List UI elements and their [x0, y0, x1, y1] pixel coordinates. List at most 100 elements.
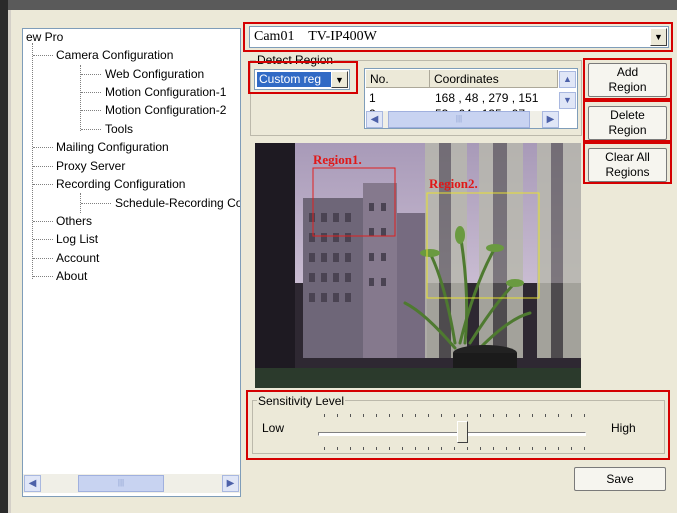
sensitivity-slider-thumb[interactable]: [457, 421, 468, 443]
slider-tick: [428, 447, 429, 450]
table-cell-no[interactable]: 1: [369, 91, 376, 105]
region-type-value: Custom reg: [256, 71, 334, 88]
scrollbar-thumb[interactable]: |||: [388, 111, 530, 128]
slider-tick: [363, 414, 364, 417]
slider-tick: [337, 447, 338, 450]
clear-all-label-2: Regions: [605, 165, 650, 179]
arrow-right-icon[interactable]: ▶: [542, 111, 559, 128]
region2-label: Region2.: [429, 176, 478, 191]
clear-all-label-1: Clear All: [605, 150, 650, 164]
slider-tick: [441, 414, 442, 417]
tree-connector: [33, 147, 53, 148]
chevron-down-icon[interactable]: ▼: [331, 71, 348, 88]
slider-tick: [493, 447, 494, 450]
table-cell-coordinates[interactable]: 168 , 48 , 279 , 151: [435, 91, 538, 105]
slider-tick: [506, 447, 507, 450]
tree-item-schedule-recording[interactable]: Schedule-Recording Co: [115, 196, 240, 210]
slider-tick: [545, 447, 546, 450]
tree-item-mailing-configuration[interactable]: Mailing Configuration: [56, 140, 169, 154]
arrow-down-icon[interactable]: ▼: [559, 92, 576, 109]
tree-item-others[interactable]: Others: [56, 214, 92, 228]
chevron-down-icon[interactable]: ▼: [650, 28, 667, 46]
save-button[interactable]: Save: [574, 467, 666, 491]
tree-item-proxy-server[interactable]: Proxy Server: [56, 159, 125, 173]
slider-tick: [480, 414, 481, 417]
clear-all-regions-button[interactable]: Clear All Regions: [588, 148, 667, 182]
tree-item-about[interactable]: About: [56, 269, 87, 283]
tree-connector: [81, 74, 101, 75]
tree-item-recording-configuration[interactable]: Recording Configuration: [56, 177, 185, 191]
region-type-dropdown[interactable]: Custom reg ▼: [254, 69, 350, 90]
add-region-label-1: Add: [616, 65, 639, 79]
slider-tick: [519, 447, 520, 450]
window-top-frame: [0, 0, 677, 10]
camera-preview-image: [255, 143, 581, 388]
slider-tick: [324, 414, 325, 417]
add-region-button[interactable]: Add Region: [588, 63, 667, 97]
tree-item-tools[interactable]: Tools: [105, 122, 133, 136]
slider-tick: [454, 414, 455, 417]
slider-tick: [402, 414, 403, 417]
slider-tick: [415, 447, 416, 450]
arrow-left-icon[interactable]: ◀: [366, 111, 383, 128]
slider-tick: [324, 447, 325, 450]
slider-tick: [519, 414, 520, 417]
slider-tick: [363, 447, 364, 450]
sensitivity-low-label: Low: [262, 421, 285, 435]
scrollbar-thumb[interactable]: |||: [78, 475, 164, 492]
delete-region-label-2: Region: [608, 123, 647, 137]
tree-item-root[interactable]: ew Pro: [26, 30, 63, 44]
table-horizontal-scrollbar[interactable]: ◀ ||| ▶: [366, 111, 559, 128]
slider-tick: [441, 447, 442, 450]
tree-item-web-configuration[interactable]: Web Configuration: [105, 67, 204, 81]
slider-tick: [506, 414, 507, 417]
navigation-tree[interactable]: ew Pro Camera Configuration Web Configur…: [22, 28, 241, 497]
tree-connector: [81, 203, 111, 204]
column-header-coordinates[interactable]: Coordinates: [430, 70, 558, 88]
slider-tick: [584, 414, 585, 417]
tree-connector: [33, 221, 53, 222]
slider-tick: [350, 447, 351, 450]
camera-preview[interactable]: Region1. Region2.: [255, 143, 581, 388]
slider-tick: [389, 414, 390, 417]
slider-tick: [493, 414, 494, 417]
slider-tick: [350, 414, 351, 417]
coordinates-table[interactable]: No. Coordinates 1 168 , 48 , 279 , 151 2…: [364, 68, 578, 129]
region1-label: Region1.: [313, 152, 362, 167]
delete-region-button[interactable]: Delete Region: [588, 106, 667, 140]
tree-connector: [81, 110, 101, 111]
slider-tick: [467, 447, 468, 450]
add-region-label-2: Region: [608, 80, 647, 94]
arrow-left-icon[interactable]: ◀: [24, 475, 41, 492]
tree-item-motion-configuration-2[interactable]: Motion Configuration-2: [105, 103, 226, 117]
slider-tick: [571, 447, 572, 450]
slider-tick: [389, 447, 390, 450]
column-header-no[interactable]: No.: [366, 70, 430, 88]
slider-tick: [337, 414, 338, 417]
tree-connector: [33, 55, 53, 56]
tree-connector: [33, 184, 53, 185]
tree-horizontal-scrollbar[interactable]: ◀ ||| ▶: [23, 474, 240, 493]
window-left-frame: [0, 0, 8, 513]
arrow-up-icon[interactable]: ▲: [559, 71, 576, 88]
delete-region-label-1: Delete: [610, 108, 645, 122]
tree-connector: [81, 129, 101, 130]
sensitivity-label: Sensitivity Level: [257, 394, 346, 408]
slider-tick: [402, 447, 403, 450]
slider-tick: [376, 414, 377, 417]
tree-connector: [33, 239, 53, 240]
sensitivity-slider-track[interactable]: [318, 432, 586, 436]
tree-item-camera-configuration[interactable]: Camera Configuration: [56, 48, 173, 62]
tree-item-account[interactable]: Account: [56, 251, 99, 265]
tree-item-motion-configuration-1[interactable]: Motion Configuration-1: [105, 85, 226, 99]
slider-tick: [584, 447, 585, 450]
tree-connector: [33, 166, 53, 167]
detect-region-label: Detect Region: [256, 53, 335, 67]
slider-tick: [454, 447, 455, 450]
camera-select-value: Cam01 TV-IP400W: [254, 29, 377, 44]
arrow-right-icon[interactable]: ▶: [222, 475, 239, 492]
sensitivity-high-label: High: [611, 421, 636, 435]
slider-tick: [571, 414, 572, 417]
camera-select[interactable]: Cam01 TV-IP400W ▼: [249, 26, 669, 48]
tree-item-log-list[interactable]: Log List: [56, 232, 98, 246]
